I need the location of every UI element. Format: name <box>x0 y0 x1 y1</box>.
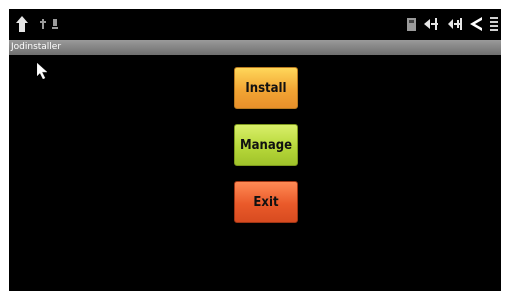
manage-button[interactable]: Manage <box>234 124 298 166</box>
home-icon[interactable] <box>15 14 29 34</box>
app-title: Jodinstaller <box>11 42 62 52</box>
notification-icon <box>51 14 59 34</box>
usb-icon <box>39 14 47 34</box>
volume-down-icon[interactable] <box>423 14 439 34</box>
menu-icon[interactable] <box>489 14 499 34</box>
sd-card-icon <box>405 14 417 34</box>
mouse-pointer-icon <box>36 62 49 83</box>
volume-up-icon[interactable] <box>447 14 463 34</box>
device-screen: Jodinstaller Install Manage Exit <box>9 9 501 291</box>
install-button[interactable]: Install <box>234 67 298 109</box>
exit-button[interactable]: Exit <box>234 181 298 223</box>
app-title-bar: Jodinstaller <box>9 40 501 55</box>
back-icon[interactable] <box>469 14 483 34</box>
status-bar <box>9 9 501 40</box>
